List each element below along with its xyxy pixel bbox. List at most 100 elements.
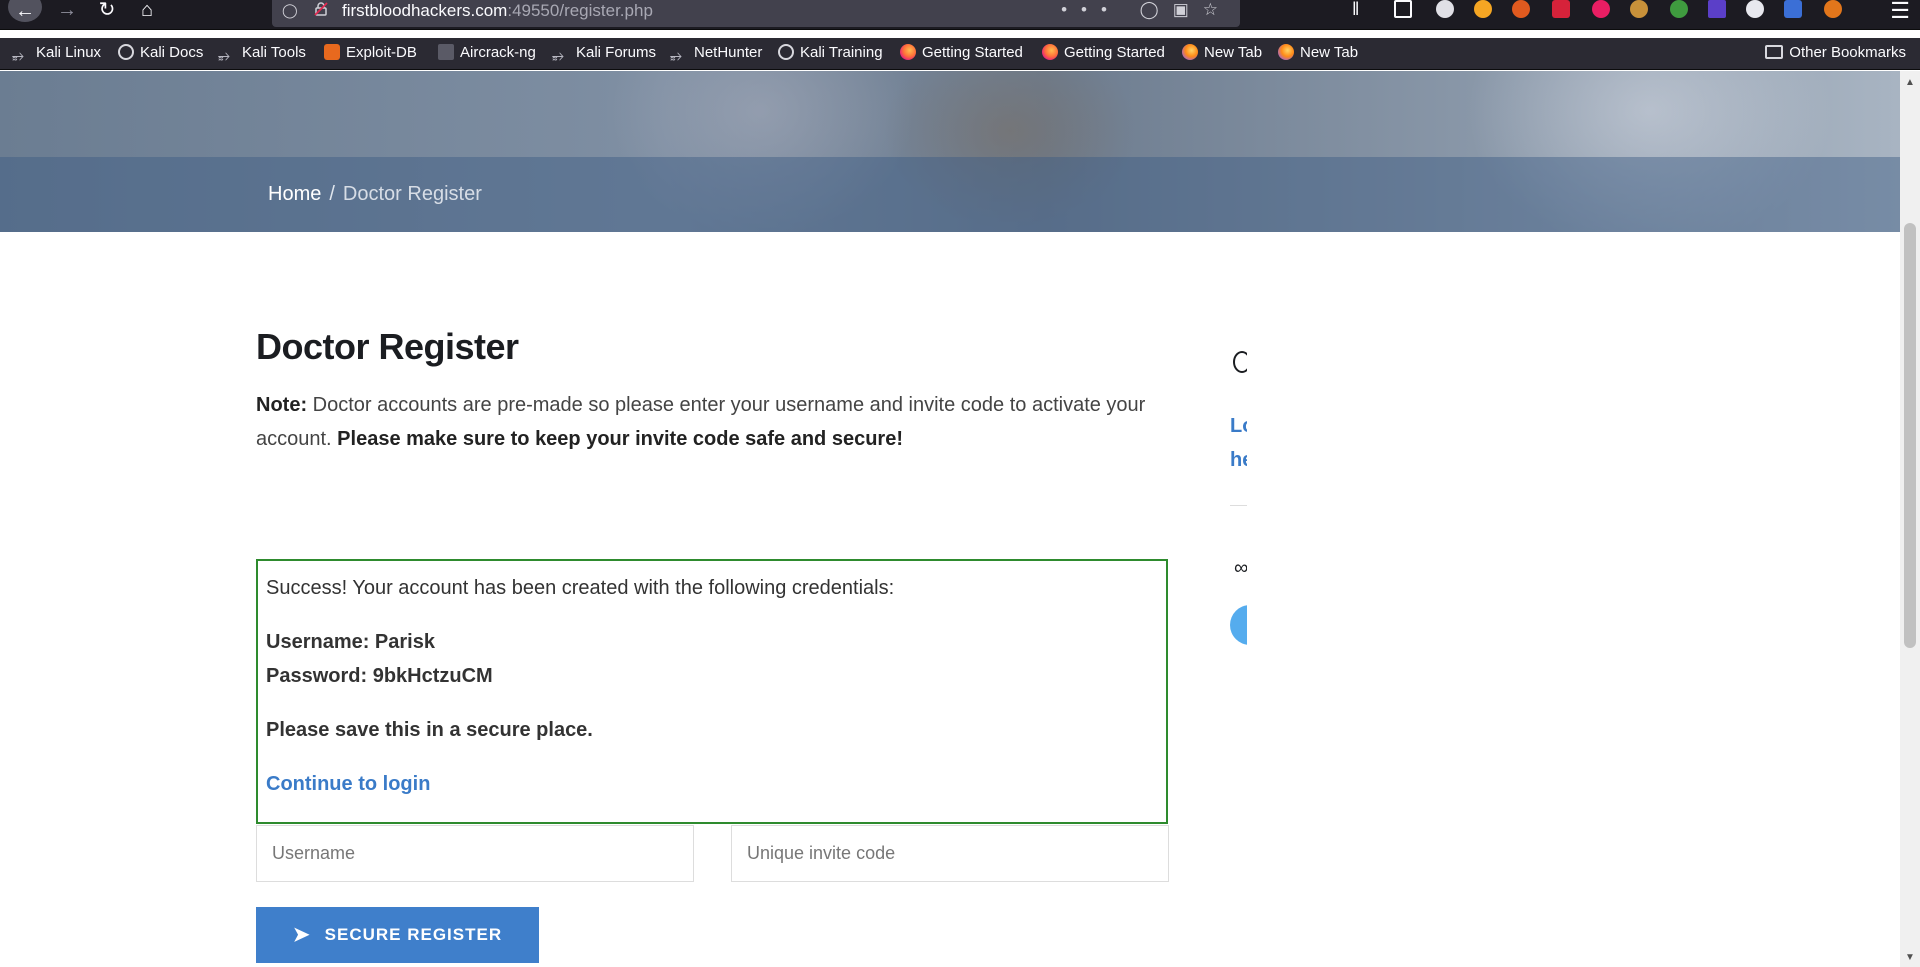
bookmark-item[interactable]: ⥵ Kali Tools	[218, 42, 306, 64]
bookmark-item[interactable]: Kali Docs	[118, 42, 203, 64]
alert-message: Success! Your account has been created w…	[266, 577, 895, 599]
success-alert: Success! Your account has been created w…	[256, 559, 1168, 824]
forward-arrow-icon[interactable]: →	[52, 0, 82, 22]
sidebar-link-line: he	[1230, 449, 1247, 471]
hamburger-menu-icon[interactable]: ☰	[1890, 0, 1910, 24]
alert-username: Username: Parisk	[266, 631, 435, 653]
help-icon	[1233, 351, 1247, 373]
firefox-icon	[1042, 44, 1058, 60]
kali-icon: ⥵	[552, 47, 565, 64]
extension-m-icon[interactable]	[1592, 0, 1610, 18]
bookmark-label: Kali Linux	[36, 44, 102, 61]
google-translate-icon[interactable]	[1784, 0, 1802, 18]
bookmark-label: Kali Tools	[242, 44, 306, 61]
page-viewport: Home / Doctor Register Doctor Register Not…	[0, 71, 1900, 967]
bookmark-label: Kali Training	[800, 44, 883, 61]
register-note: Note: Doctor accounts are pre-made so pl…	[256, 388, 1156, 456]
sidebar-divider	[1230, 505, 1247, 506]
globe-icon	[778, 44, 794, 60]
bookmark-label: Kali Forums	[576, 44, 657, 61]
breadcrumb: Home / Doctor Register	[268, 183, 482, 206]
extension-lock-icon[interactable]	[1552, 0, 1570, 18]
share-icon: ∞	[1234, 557, 1247, 579]
kali-icon: ⥵	[12, 47, 25, 64]
bookmark-label: Getting Started	[1064, 44, 1165, 61]
bookmark-item[interactable]: Exploit-DB	[324, 42, 417, 64]
firefox-icon	[1278, 44, 1294, 60]
alert-password: Password: 9bkHctzuCM	[266, 665, 493, 687]
translate-icon[interactable]: ▣	[1173, 0, 1203, 19]
bookmark-label: New Tab	[1204, 44, 1263, 61]
scrollbar-thumb[interactable]	[1904, 223, 1916, 648]
twitter-icon[interactable]	[1230, 605, 1247, 645]
bookmark-item[interactable]: Getting Started	[900, 42, 1023, 64]
library-icon[interactable]: ‖	[1352, 0, 1370, 18]
back-arrow-icon[interactable]: ←	[8, 0, 42, 22]
register-section: Doctor Register Note: Doctor accounts ar…	[256, 325, 1169, 963]
secure-register-button[interactable]: ➤ SECURE REGISTER	[256, 907, 539, 963]
note-label: Note:	[256, 394, 308, 416]
pocket-icon[interactable]: ◯	[1140, 0, 1173, 19]
breadcrumb-current: Doctor Register	[342, 183, 482, 205]
bookmark-item[interactable]: Kali Training	[778, 42, 883, 64]
page-actions-icon[interactable]: •••	[1061, 0, 1121, 19]
other-bookmarks[interactable]: Other Bookmarks	[1765, 42, 1906, 64]
url-domain: firstbloodhackers.com	[342, 1, 508, 20]
aircrack-icon	[438, 44, 454, 60]
bookmark-star-icon[interactable]: ☆	[1203, 0, 1232, 19]
bookmark-item[interactable]: Aircrack-ng	[438, 42, 536, 64]
bookmark-label: Kali Docs	[140, 44, 204, 61]
bookmark-label: New Tab	[1300, 44, 1359, 61]
folder-icon	[1765, 45, 1784, 59]
bookmark-label: Getting Started	[922, 44, 1023, 61]
address-bar[interactable]: ◯ firstbloodhackers.com:49550/register.p…	[272, 0, 1240, 27]
bookmark-item[interactable]: ⥵ Kali Forums	[552, 42, 656, 64]
kali-icon: ⥵	[670, 47, 683, 64]
reload-icon[interactable]: ↻	[92, 0, 122, 22]
breadcrumb-home-link[interactable]: Home	[268, 183, 321, 205]
page-title: Doctor Register	[256, 326, 519, 367]
extension-green-icon[interactable]	[1670, 0, 1688, 18]
extension-white-icon[interactable]	[1746, 0, 1764, 18]
bookmark-item[interactable]: ⥵ NetHunter	[670, 42, 762, 64]
metamask-icon[interactable]	[1824, 0, 1842, 18]
bookmark-label: Aircrack-ng	[460, 44, 536, 61]
sidebar-icon[interactable]	[1394, 0, 1412, 18]
bookmark-item[interactable]: ⥵ Kali Linux	[12, 42, 101, 64]
url-action-icons: ••• ◯▣☆	[1061, 0, 1232, 20]
scroll-up-arrow-icon[interactable]: ▲	[1905, 77, 1915, 88]
url-path: :49550/register.php	[507, 1, 653, 20]
bookmark-item[interactable]: New Tab	[1182, 42, 1262, 64]
other-bookmarks-label: Other Bookmarks	[1789, 44, 1906, 61]
username-input[interactable]	[256, 825, 694, 882]
exploit-db-icon	[324, 44, 340, 60]
sidebar-link[interactable]: Lo he	[1230, 409, 1247, 477]
home-icon[interactable]: ⌂	[132, 0, 162, 22]
sidebar: Lo he ∞	[1230, 325, 1247, 765]
alert-save-notice: Please save this in a secure place.	[266, 719, 593, 741]
firefox-icon	[1182, 44, 1198, 60]
continue-to-login-link[interactable]: Continue to login	[266, 773, 430, 795]
note-emphasis: Please make sure to keep your invite cod…	[337, 428, 903, 450]
cookie-icon[interactable]	[1630, 0, 1648, 18]
extension-fox-icon[interactable]	[1512, 0, 1530, 18]
paper-plane-icon: ➤	[292, 924, 311, 946]
page-scrollbar[interactable]: ▲ ▼	[1900, 71, 1920, 967]
invite-code-input[interactable]	[731, 825, 1169, 882]
bookmarks-bar: ⥵ Kali Linux Kali Docs ⥵ Kali Tools Exploi…	[0, 38, 1920, 70]
extension-a-icon[interactable]	[1436, 0, 1454, 18]
hero-banner: Home / Doctor Register	[0, 71, 1900, 232]
bookmark-label: Exploit-DB	[346, 44, 417, 61]
url-text[interactable]: firstbloodhackers.com:49550/register.php	[342, 1, 653, 21]
breadcrumb-separator: /	[329, 183, 335, 205]
extensions-area: ‖	[1352, 0, 1892, 22]
bookmark-item[interactable]: Getting Started	[1042, 42, 1165, 64]
browser-toolbar: ← → ↻ ⌂ ◯ firstbloodhackers.com:49550/re…	[0, 0, 1920, 30]
scroll-down-arrow-icon[interactable]: ▼	[1905, 952, 1915, 963]
site-security-icon[interactable]	[314, 2, 328, 16]
tracking-shield-icon[interactable]: ◯	[282, 2, 298, 19]
sidebar-link-line: Lo	[1230, 415, 1247, 437]
extension-c-icon[interactable]	[1474, 0, 1492, 18]
extension-purple-icon[interactable]	[1708, 0, 1726, 18]
bookmark-item[interactable]: New Tab	[1278, 42, 1358, 64]
